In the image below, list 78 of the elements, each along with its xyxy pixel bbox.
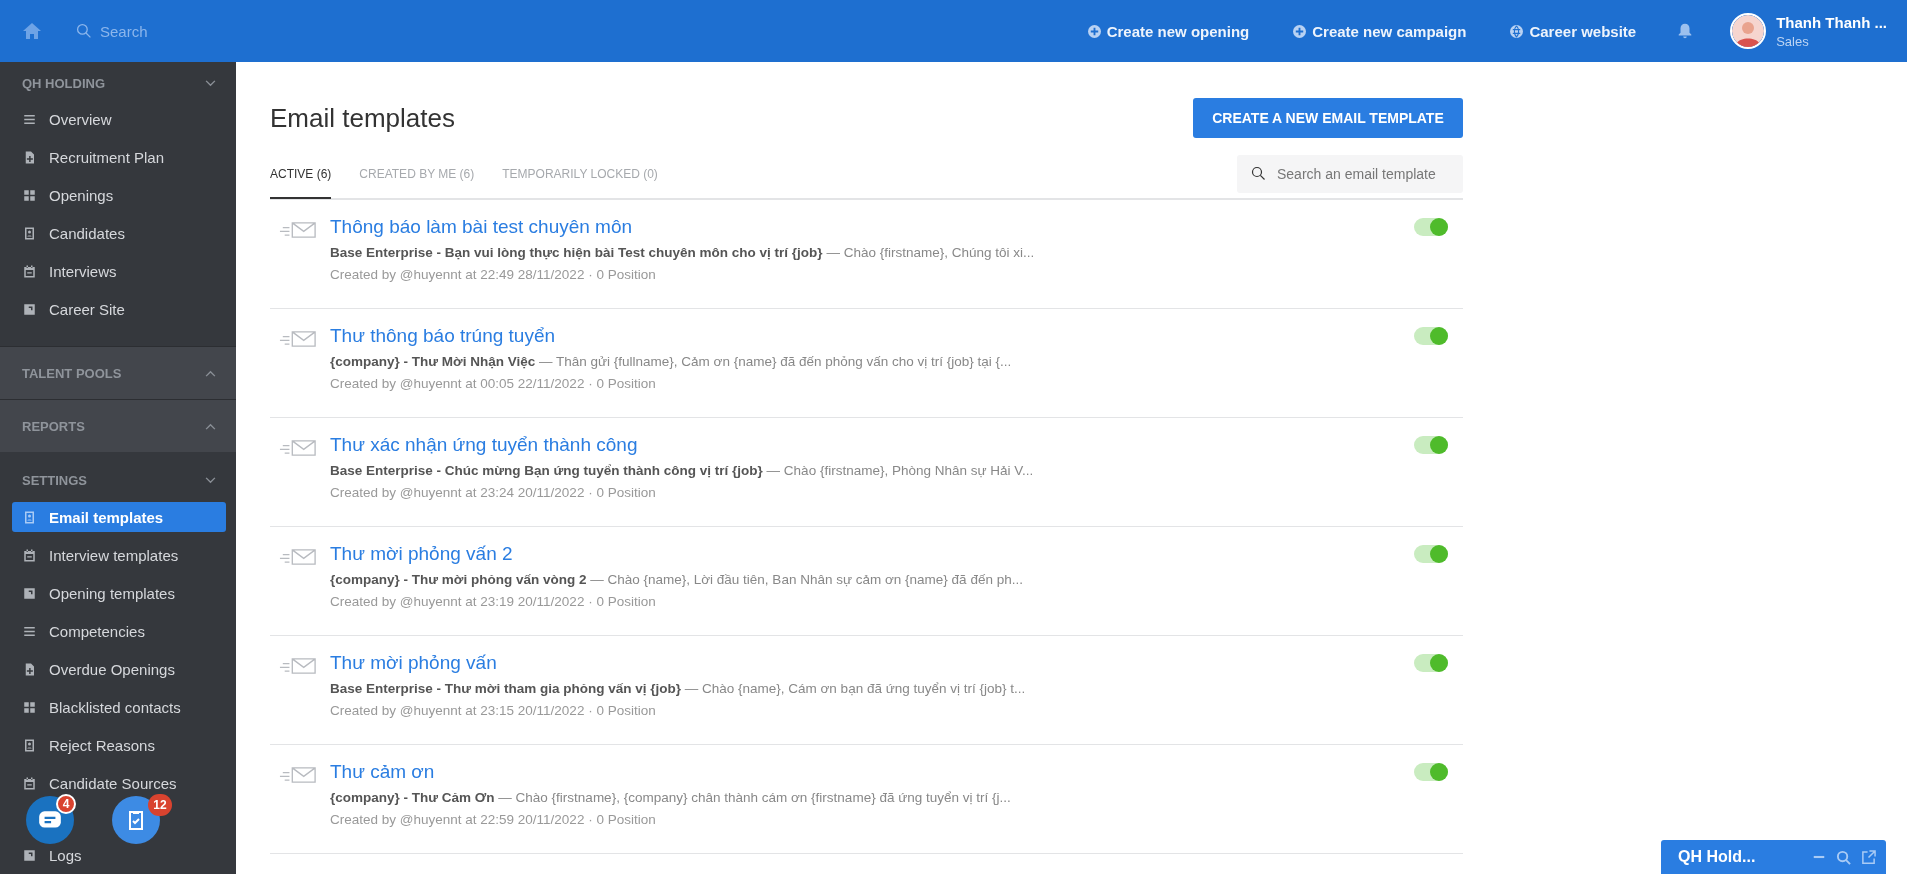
sidebar-item[interactable]: Openings — [12, 180, 226, 210]
envelope-icon — [279, 329, 317, 348]
toggle-switch[interactable] — [1414, 436, 1448, 454]
template-meta: Created by @huyennt at 00:05 22/11/2022 · 0 Position — [330, 376, 657, 391]
toggle-switch[interactable] — [1414, 327, 1448, 345]
template-summary: Base Enterprise - Bạn vui lòng thực hiện bài Test chuyên môn cho vị trí {job} — Chào {firstname}, Chúng tôi xi... — [330, 245, 1036, 260]
chevron-icon — [205, 369, 216, 377]
sidebar-section-header[interactable]: SETTINGS — [0, 458, 236, 502]
plus-circle-icon — [1087, 24, 1101, 38]
sidebar-item[interactable]: Logs — [12, 840, 226, 870]
template-summary: {company} - Thư Cảm Ơn — Chào {firstname}, {company} chân thành cám ơn {firstname} đã ứng tuyển vị trí {j... — [330, 790, 1012, 805]
template-title-link[interactable]: Thư xác nhận ứng tuyển thành công — [330, 434, 1414, 456]
tab[interactable]: TEMPORARILY LOCKED (0) — [502, 151, 658, 199]
search-icon — [76, 23, 92, 39]
template-title-link[interactable]: Thông báo làm bài test chuyên môn — [330, 216, 1414, 238]
envelope-icon — [279, 547, 317, 566]
sidebar-item[interactable]: Interview templates — [12, 540, 226, 570]
tab[interactable]: ACTIVE (6) — [270, 151, 332, 199]
chat-panel-bar[interactable]: QH Hold... — [1661, 840, 1886, 874]
sidebar-item[interactable]: Email templates — [12, 502, 226, 532]
chevron-icon — [205, 422, 216, 430]
sidebar-item[interactable]: Interviews — [12, 256, 226, 286]
user-name: Thanh Thanh ... — [1776, 13, 1887, 31]
sidebar-item[interactable]: Blacklisted contacts — [12, 692, 226, 722]
sidebar-item[interactable]: Overdue Openings — [12, 654, 226, 684]
template-title-link[interactable]: Thư mời phỏng vấn 2 — [330, 543, 1414, 565]
home-icon[interactable] — [22, 21, 42, 41]
sidebar-item[interactable]: Candidates — [12, 218, 226, 248]
sidebar-item[interactable]: Competencies — [12, 616, 226, 646]
chevron-icon — [205, 79, 216, 87]
sidebar-section-header[interactable]: QH HOLDING — [0, 62, 236, 104]
toggle-switch[interactable] — [1414, 763, 1448, 781]
globe-icon — [1510, 24, 1524, 38]
toggle-switch[interactable] — [1414, 654, 1448, 672]
search-input[interactable]: Search — [98, 21, 222, 41]
top-bar-link[interactable]: Create new campaign — [1293, 22, 1467, 40]
envelope-icon — [279, 220, 317, 239]
template-meta: Created by @huyennt at 23:15 20/11/2022 · 0 Position — [330, 703, 657, 718]
template-meta: Created by @huyennt at 22:49 28/11/2022 · 0 Position — [330, 267, 657, 282]
template-title-link[interactable]: Thư thông báo trúng tuyển — [330, 325, 1414, 347]
grid-icon — [22, 699, 37, 715]
template-summary: Base Enterprise - Thư mời tham gia phỏng vấn vị {job} — Chào {name}, Cám ơn bạn đã ứng tuyển vị trí {job} t... — [330, 681, 1027, 696]
tab[interactable]: CREATED BY ME (6) — [359, 151, 475, 199]
sidebar-item[interactable]: Opening templates — [12, 578, 226, 608]
template-title-link[interactable]: Thư cảm ơn — [330, 761, 1414, 783]
calendar-icon — [22, 263, 37, 279]
create-template-button[interactable]: CREATE A NEW EMAIL TEMPLATE — [1193, 98, 1463, 138]
template-summary: {company} - Thư mời phỏng vấn vòng 2 — Chào {name}, Lời đầu tiên, Ban Nhân sự cảm ơn {name} đã đến ph... — [330, 572, 1024, 587]
envelope-icon — [279, 656, 317, 675]
top-bar-link[interactable]: Career website — [1510, 22, 1637, 40]
template-summary: {company} - Thư Mời Nhận Việc — Thân gửi {fullname}, Cảm ơn {name} đã đến phỏng vấn cho vị trí {job} tại {... — [330, 354, 1013, 369]
sidebar-section-header[interactable]: TALENT POOLS — [0, 347, 236, 399]
template-meta: Created by @huyennt at 23:24 20/11/2022 · 0 Position — [330, 485, 657, 500]
external-link-icon[interactable] — [1861, 849, 1876, 865]
toggle-switch[interactable] — [1414, 545, 1448, 563]
template-summary: Base Enterprise - Chúc mừng Bạn ứng tuyển thành công vị trí {job} — Chào {firstname}, Phòng Nhân sự Hải V... — [330, 463, 1035, 478]
search-field[interactable]: Search an email template — [1237, 155, 1463, 193]
template-title-link[interactable]: Thư mời phỏng vấn — [330, 652, 1414, 674]
sidebar-item[interactable]: Reject Reasons — [12, 730, 226, 760]
sidebar-item[interactable]: Recruitment Plan — [12, 142, 226, 172]
grid-icon — [22, 187, 37, 203]
calendar-icon — [22, 775, 37, 791]
sidebar-item[interactable]: Overview — [12, 104, 226, 134]
envelope-icon — [279, 438, 317, 457]
top-bar-link[interactable]: Create new opening — [1087, 22, 1250, 40]
page-title: Email templates — [270, 102, 455, 134]
toggle-switch[interactable] — [1414, 218, 1448, 236]
sidebar-section-header[interactable]: REPORTS — [0, 400, 236, 452]
template-meta: Created by @huyennt at 22:59 20/11/2022 · 0 Position — [330, 812, 657, 827]
sidebar-item[interactable]: Career Site — [12, 294, 226, 324]
chevron-icon — [205, 476, 216, 484]
search-icon[interactable] — [1836, 849, 1851, 865]
template-meta: Created by @huyennt at 23:19 20/11/2022 · 0 Position — [330, 594, 657, 609]
user-role: Sales — [1776, 33, 1810, 49]
plus-circle-icon — [1293, 24, 1307, 38]
calendar-icon — [22, 547, 37, 563]
envelope-icon — [279, 765, 317, 784]
avatar[interactable] — [1730, 13, 1767, 49]
